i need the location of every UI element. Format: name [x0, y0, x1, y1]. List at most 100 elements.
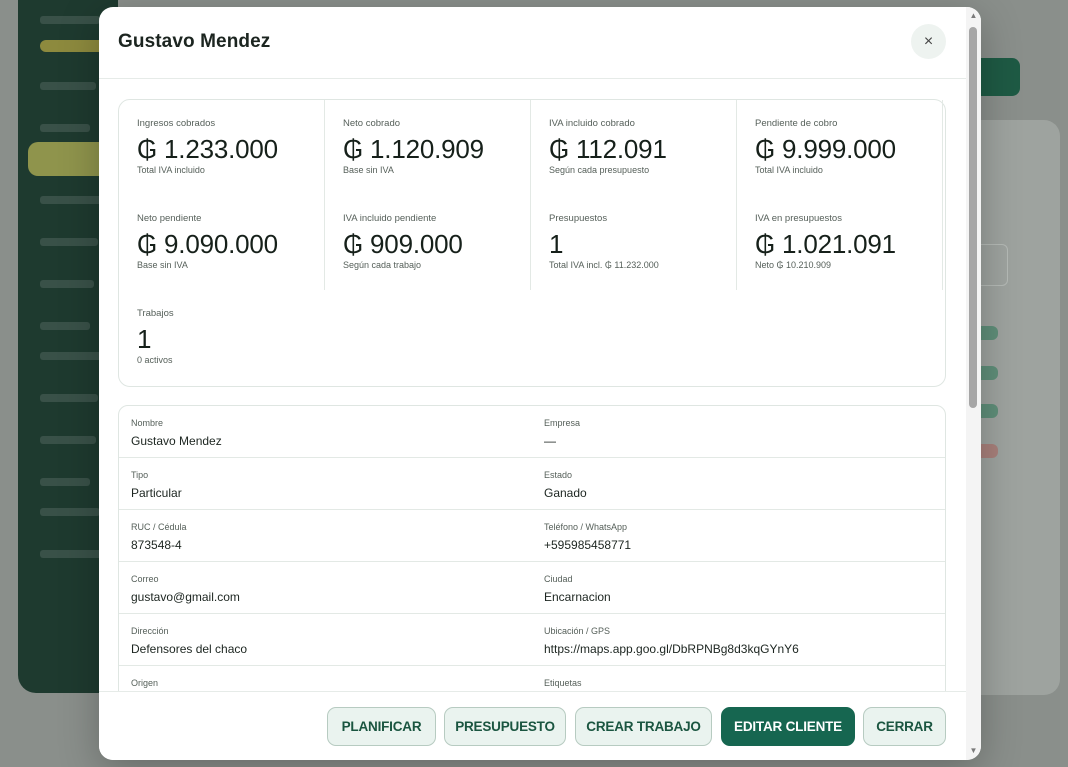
detail-row: Origen Etiquetas	[119, 666, 945, 691]
modal-scroll-area[interactable]: Ingresos cobrados ₲ 1.233.000 Total IVA …	[99, 79, 966, 691]
stats-card: Ingresos cobrados ₲ 1.233.000 Total IVA …	[118, 99, 946, 387]
scroll-down-arrow-icon[interactable]: ▼	[969, 746, 978, 755]
detail-label: Ciudad	[544, 574, 573, 584]
detail-row: Nombre Gustavo Mendez Empresa —	[119, 406, 945, 458]
detail-label: Correo	[131, 574, 159, 584]
stat-sub: 0 activos	[137, 355, 173, 365]
background-sidebar-line	[40, 352, 102, 360]
detail-label: Empresa	[544, 418, 581, 428]
stat-value: ₲ 1.021.091	[755, 229, 896, 259]
detail-field-ciudad: Ciudad Encarnacion	[544, 573, 611, 605]
detail-field-telefono: Teléfono / WhatsApp +595985458771	[544, 521, 631, 553]
stat-label: Neto pendiente	[137, 213, 202, 224]
editar-cliente-button[interactable]: EDITAR CLIENTE	[721, 707, 855, 746]
background-sidebar-line	[40, 322, 90, 330]
detail-row: RUC / Cédula 873548-4 Teléfono / WhatsAp…	[119, 510, 945, 562]
background-sidebar-badge	[40, 40, 106, 52]
scroll-up-arrow-icon[interactable]: ▲	[969, 11, 978, 20]
detail-label: RUC / Cédula	[131, 522, 187, 532]
stat-value: ₲ 909.000	[343, 229, 463, 259]
scrollbar-thumb[interactable]	[969, 27, 977, 408]
detail-row: Correo gustavo@gmail.com Ciudad Encarnac…	[119, 562, 945, 614]
stat-sub: Base sin IVA	[343, 165, 394, 175]
cerrar-button[interactable]: CERRAR	[863, 707, 946, 746]
stat-label: Presupuestos	[549, 213, 608, 224]
modal-header: Gustavo Mendez ×	[99, 7, 966, 79]
detail-field-correo: Correo gustavo@gmail.com	[131, 573, 240, 605]
detail-label: Tipo	[131, 470, 149, 480]
detail-label: Ubicación / GPS	[544, 626, 611, 636]
stat-label: Ingresos cobrados	[137, 118, 216, 129]
stat-sub: Neto ₲ 10.210.909	[755, 260, 832, 270]
detail-field-etiquetas: Etiquetas	[544, 677, 582, 691]
background-sidebar-line	[40, 394, 98, 402]
stat-label: IVA en presupuestos	[755, 213, 842, 224]
detail-label: Etiquetas	[544, 678, 582, 688]
detail-value: 873548-4	[131, 538, 182, 552]
close-button[interactable]: ×	[911, 24, 946, 59]
detail-field-empresa: Empresa —	[544, 417, 580, 449]
detail-field-ruc-cedula: RUC / Cédula 873548-4	[131, 521, 187, 553]
modal-scrollbar[interactable]: ▲ ▼	[966, 7, 981, 760]
detail-value: Encarnacion	[544, 590, 611, 604]
client-detail-modal: Gustavo Mendez × Ingresos cobrados ₲ 1.2…	[99, 7, 981, 760]
background-sidebar-line	[40, 238, 98, 246]
planificar-button[interactable]: PLANIFICAR	[327, 707, 436, 746]
detail-field-origen: Origen	[131, 677, 158, 691]
modal-title: Gustavo Mendez	[118, 31, 271, 52]
detail-row: Tipo Particular Estado Ganado	[119, 458, 945, 510]
detail-value: Gustavo Mendez	[131, 434, 222, 448]
stat-pendiente-de-cobro: Pendiente de cobro ₲ 9.999.000 Total IVA…	[737, 100, 943, 195]
crear-trabajo-button[interactable]: CREAR TRABAJO	[575, 707, 712, 746]
detail-label: Dirección	[131, 626, 169, 636]
detail-value: Particular	[131, 486, 182, 500]
detail-field-ubicacion-gps: Ubicación / GPS https://maps.app.goo.gl/…	[544, 625, 799, 657]
modal-footer: PLANIFICAR PRESUPUESTO CREAR TRABAJO EDI…	[99, 691, 966, 760]
stat-label: IVA incluido pendiente	[343, 213, 437, 224]
stat-iva-incluido-pendiente: IVA incluido pendiente ₲ 909.000 Según c…	[325, 195, 531, 290]
detail-value: gustavo@gmail.com	[131, 590, 240, 604]
presupuesto-button[interactable]: PRESUPUESTO	[444, 707, 566, 746]
stat-label: IVA incluido cobrado	[549, 118, 635, 129]
stat-iva-incluido-cobrado: IVA incluido cobrado ₲ 112.091 Según cad…	[531, 100, 737, 195]
stat-sub: Total IVA incluido	[137, 165, 205, 175]
stat-sub: Total IVA incluido	[755, 165, 823, 175]
detail-value: +595985458771	[544, 538, 632, 552]
stat-sub: Base sin IVA	[137, 260, 188, 270]
stat-label: Trabajos	[137, 308, 174, 319]
background-sidebar-line	[40, 508, 100, 516]
background-sidebar-line	[40, 280, 94, 288]
detail-value: Defensores del chaco	[131, 642, 248, 656]
background-sidebar-line	[40, 436, 96, 444]
stat-sub: Según cada presupuesto	[549, 165, 650, 175]
stat-value: ₲ 9.090.000	[137, 229, 278, 259]
stat-iva-en-presupuestos: IVA en presupuestos ₲ 1.021.091 Neto ₲ 1…	[737, 195, 943, 290]
stat-presupuestos: Presupuestos 1 Total IVA incl. ₲ 11.232.…	[531, 195, 737, 290]
background-sidebar-line	[40, 550, 102, 558]
background-sidebar-line	[40, 196, 102, 204]
stat-neto-pendiente: Neto pendiente ₲ 9.090.000 Base sin IVA	[119, 195, 325, 290]
stat-label: Neto cobrado	[343, 118, 401, 129]
client-details-table: Nombre Gustavo Mendez Empresa — Tipo Par…	[118, 405, 946, 691]
stat-label: Pendiente de cobro	[755, 118, 838, 129]
detail-label: Estado	[544, 470, 573, 480]
detail-row: Dirección Defensores del chaco Ubicación…	[119, 614, 945, 666]
stat-sub: Según cada trabajo	[343, 260, 422, 270]
detail-value: https://maps.app.goo.gl/DbRPNBg8d3kqGYnY…	[544, 642, 799, 656]
stat-value: ₲ 1.233.000	[137, 134, 278, 164]
stat-value: 1	[137, 324, 152, 354]
stat-sub: Total IVA incl. ₲ 11.232.000	[549, 260, 659, 270]
background-sidebar-line	[40, 478, 90, 486]
close-icon: ×	[923, 32, 934, 50]
stat-value: ₲ 112.091	[549, 134, 667, 164]
detail-value: Ganado	[544, 486, 587, 500]
detail-label: Origen	[131, 678, 159, 688]
background-sidebar-line	[40, 16, 100, 24]
background-sidebar-line	[40, 82, 96, 90]
stat-value: ₲ 9.999.000	[755, 134, 896, 164]
detail-value: —	[544, 434, 556, 448]
detail-field-nombre: Nombre Gustavo Mendez	[131, 417, 222, 449]
stat-neto-cobrado: Neto cobrado ₲ 1.120.909 Base sin IVA	[325, 100, 531, 195]
detail-label: Teléfono / WhatsApp	[544, 522, 628, 532]
background-sidebar-line	[40, 124, 90, 132]
